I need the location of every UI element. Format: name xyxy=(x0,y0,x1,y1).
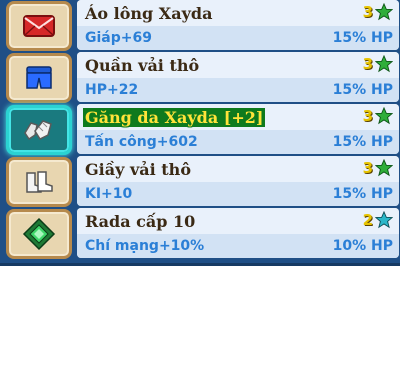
equipment-row-boots[interactable]: Giầy vải thô 3 KI+10 15% HP xyxy=(4,156,400,208)
item-info: Giầy vải thô 3 KI+10 15% HP xyxy=(77,156,399,206)
item-stat: HP+22 xyxy=(85,82,139,98)
green-star-icon xyxy=(375,3,393,21)
equipment-row-pants[interactable]: Quần vải thô 3 HP+22 15% HP xyxy=(4,52,400,104)
item-stat: Giáp+69 xyxy=(85,30,152,46)
item-slot[interactable] xyxy=(6,209,72,259)
star-count: 3 xyxy=(362,107,373,125)
item-stat: Tấn công+602 xyxy=(85,134,198,150)
star-rating: 3 xyxy=(363,55,393,73)
star-rating: 3 xyxy=(363,107,393,125)
green-star-icon xyxy=(375,107,393,125)
star-count: 3 xyxy=(362,159,373,177)
item-name: Quần vải thô xyxy=(85,56,200,75)
item-slot[interactable] xyxy=(6,157,72,207)
item-slot-selected[interactable] xyxy=(6,105,72,155)
boots-icon xyxy=(26,171,53,193)
equipment-row-radar[interactable]: Rada cấp 10 2 Chí mạng+10% 10% HP xyxy=(4,208,400,260)
item-name: Áo lông Xayda xyxy=(85,4,213,23)
item-info: Găng da Xayda [+2] 3 Tấn công+602 15% HP xyxy=(77,104,399,154)
green-star-icon xyxy=(375,55,393,73)
item-hp-bonus: 15% HP xyxy=(332,134,393,150)
radar-icon xyxy=(22,217,56,251)
blue-pants-icon xyxy=(26,66,52,89)
item-stat: KI+10 xyxy=(85,186,133,202)
item-hp-bonus: 15% HP xyxy=(332,82,393,98)
star-count: 3 xyxy=(362,55,373,73)
star-rating: 2 xyxy=(363,211,393,229)
star-rating: 3 xyxy=(363,159,393,177)
equipment-row-gloves[interactable]: Găng da Xayda [+2] 3 Tấn công+602 15% HP xyxy=(4,104,400,156)
star-rating: 3 xyxy=(363,3,393,21)
item-info: Quần vải thô 3 HP+22 15% HP xyxy=(77,52,399,102)
teal-star-icon xyxy=(375,211,393,229)
item-stat: Chí mạng+10% xyxy=(85,238,205,254)
item-name: Găng da Xayda [+2] xyxy=(83,108,266,127)
item-name: Rada cấp 10 xyxy=(85,212,196,231)
gloves-icon xyxy=(24,120,52,141)
item-name: Giầy vải thô xyxy=(85,160,191,179)
red-envelope-icon xyxy=(23,15,55,37)
star-count: 3 xyxy=(362,3,373,21)
star-count: 2 xyxy=(362,211,373,229)
item-slot[interactable] xyxy=(6,1,72,51)
item-hp-bonus: 15% HP xyxy=(332,30,393,46)
green-star-icon xyxy=(375,159,393,177)
item-slot[interactable] xyxy=(6,53,72,103)
equipment-list: Áo lông Xayda 3 Giáp+69 15% HP Quần vải … xyxy=(0,0,400,266)
item-hp-bonus: 10% HP xyxy=(332,238,393,254)
item-info: Rada cấp 10 2 Chí mạng+10% 10% HP xyxy=(77,208,399,258)
item-hp-bonus: 15% HP xyxy=(332,186,393,202)
equipment-row-armor[interactable]: Áo lông Xayda 3 Giáp+69 15% HP xyxy=(4,0,400,52)
item-info: Áo lông Xayda 3 Giáp+69 15% HP xyxy=(77,0,399,50)
